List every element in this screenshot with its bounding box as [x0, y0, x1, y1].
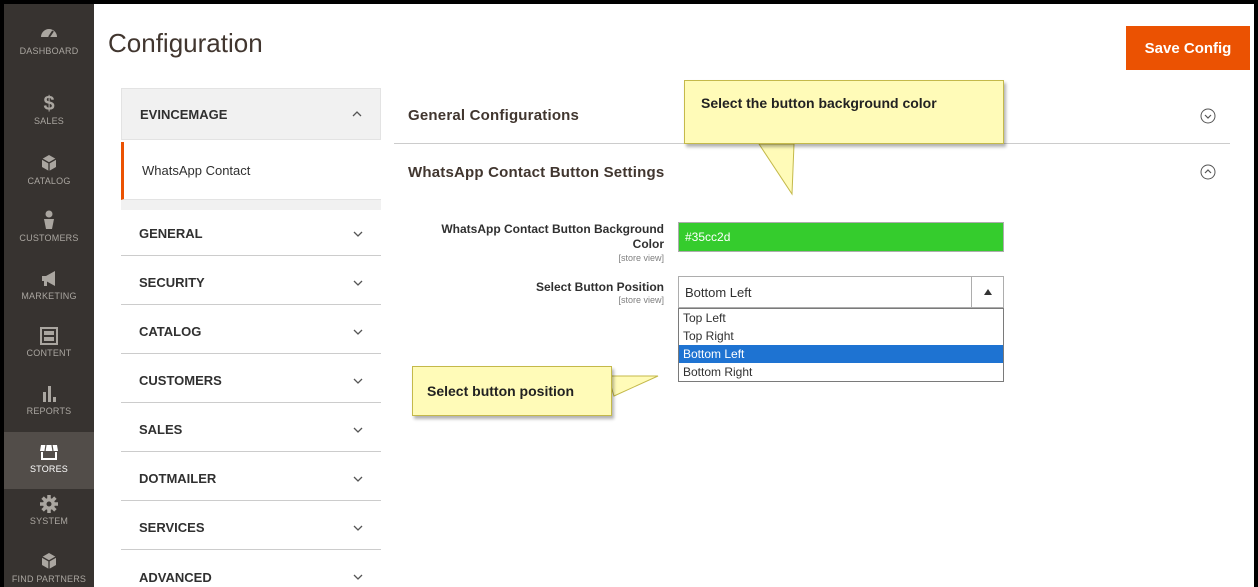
nav-item-find-partners[interactable]: Find Partners	[4, 548, 94, 587]
chevron-down-icon	[353, 525, 363, 531]
nav-label: Catalog	[27, 176, 71, 186]
tab-group-general[interactable]: GENERAL	[121, 212, 381, 256]
section-title: WhatsApp Contact Button Settings	[408, 163, 665, 181]
option-top-left[interactable]: Top Left	[679, 309, 1003, 327]
tab-group-dotmailer[interactable]: DOTMAILER	[121, 457, 381, 501]
tab-group-services[interactable]: SERVICES	[121, 506, 381, 550]
box-icon	[41, 155, 57, 171]
tab-group-label: EVINCEMAGE	[140, 106, 228, 122]
position-selected-value: Bottom Left	[685, 284, 752, 300]
tab-group-customers[interactable]: CUSTOMERS	[121, 359, 381, 403]
nav-label: Sales	[33, 116, 65, 126]
bg-color-label-line1: WhatsApp Contact Button Background	[441, 222, 664, 236]
position-options-list: Top Left Top Right Bottom Left Bottom Ri…	[678, 308, 1004, 382]
tab-group-label: GENERAL	[139, 226, 203, 241]
megaphone-icon	[42, 271, 55, 286]
option-bottom-left[interactable]: Bottom Left	[679, 345, 1003, 363]
tab-item-whatsapp-contact[interactable]: WhatsApp Contact	[121, 142, 381, 200]
option-top-right[interactable]: Top Right	[679, 327, 1003, 345]
scope-label: [store view]	[618, 253, 664, 263]
nav-item-stores[interactable]: Stores	[4, 432, 94, 489]
tab-group-label: SERVICES	[139, 520, 205, 535]
expand-circle-icon	[1200, 108, 1216, 123]
nav-label: Stores	[29, 464, 69, 474]
nav-item-system[interactable]: System	[4, 492, 94, 549]
bg-color-field-label: WhatsApp Contact Button Background Color…	[404, 222, 664, 272]
nav-item-content[interactable]: Content	[4, 322, 94, 379]
page-title: Configuration	[108, 28, 263, 58]
chevron-down-icon	[353, 378, 363, 384]
chevron-down-icon	[353, 329, 363, 335]
nav-item-catalog[interactable]: Catalog	[4, 150, 94, 207]
nav-label: Dashboard	[19, 46, 79, 56]
admin-nav: Dashboard $ Sales Catalog Customers Mark…	[4, 4, 94, 587]
bg-color-label-line2: Color	[632, 237, 664, 251]
section-title: General Configurations	[408, 107, 580, 124]
chevron-down-icon	[353, 280, 363, 286]
nav-label: System	[29, 516, 69, 526]
tab-item-label: WhatsApp Contact	[142, 163, 251, 178]
option-bottom-right[interactable]: Bottom Right	[679, 363, 1003, 381]
svg-text:$: $	[43, 93, 54, 114]
tab-group-label: CUSTOMERS	[139, 373, 222, 388]
dropdown-toggle[interactable]	[971, 277, 1003, 307]
nav-label: Find Partners	[11, 574, 87, 584]
bg-color-input[interactable]	[678, 222, 1004, 252]
collapse-circle-icon	[1200, 164, 1216, 180]
bar-chart-icon	[43, 386, 56, 402]
nav-item-sales[interactable]: $ Sales	[4, 90, 94, 147]
position-field-label: Select Button Position [store view]	[404, 280, 664, 310]
callout-position: Select button position	[412, 366, 612, 416]
save-config-button[interactable]: Save Config	[1126, 26, 1250, 70]
nav-label: Customers	[19, 233, 79, 243]
position-label: Select Button Position	[535, 280, 664, 294]
tab-group-label: ADVANCED	[139, 569, 212, 585]
callout-color: Select the button background color	[684, 80, 1004, 144]
partners-icon	[41, 553, 57, 569]
callout-position-text: Select button position	[427, 383, 574, 399]
triangle-up-icon	[983, 289, 992, 295]
dashboard-icon	[41, 29, 57, 38]
nav-item-reports[interactable]: Reports	[4, 378, 94, 435]
chevron-down-icon	[353, 476, 363, 482]
dollar-icon: $	[43, 93, 54, 114]
tab-group-label: CATALOG	[139, 324, 202, 339]
tab-divider	[121, 200, 381, 210]
callout-color-text: Select the button background color	[701, 95, 937, 111]
app-frame: Dashboard $ Sales Catalog Customers Mark…	[4, 4, 1254, 587]
tab-group-evincemage[interactable]: EVINCEMAGE	[121, 88, 381, 140]
nav-item-customers[interactable]: Customers	[4, 207, 94, 264]
tab-group-catalog[interactable]: CATALOG	[121, 310, 381, 354]
chevron-down-icon	[353, 427, 363, 433]
tab-group-label: SECURITY	[139, 275, 205, 290]
tab-group-label: SALES	[139, 422, 183, 437]
scope-label: [store view]	[618, 295, 664, 305]
nav-label: Reports	[26, 406, 72, 416]
chevron-up-icon	[352, 111, 362, 117]
person-icon	[44, 210, 54, 229]
tab-group-label: DOTMAILER	[139, 471, 217, 486]
chevron-down-icon	[353, 231, 363, 237]
nav-label: Marketing	[21, 291, 77, 301]
gear-icon	[40, 495, 58, 513]
tab-group-security[interactable]: SECURITY	[121, 261, 381, 305]
nav-label: Content	[26, 348, 72, 358]
position-select[interactable]: Bottom Left	[678, 276, 1004, 308]
chevron-down-icon	[353, 574, 363, 580]
store-icon	[40, 444, 58, 460]
content-icon	[40, 327, 58, 345]
tab-group-advanced[interactable]: ADVANCED	[121, 555, 381, 587]
nav-item-dashboard[interactable]: Dashboard	[4, 10, 94, 67]
nav-item-marketing[interactable]: Marketing	[4, 265, 94, 322]
tab-group-sales[interactable]: SALES	[121, 408, 381, 452]
